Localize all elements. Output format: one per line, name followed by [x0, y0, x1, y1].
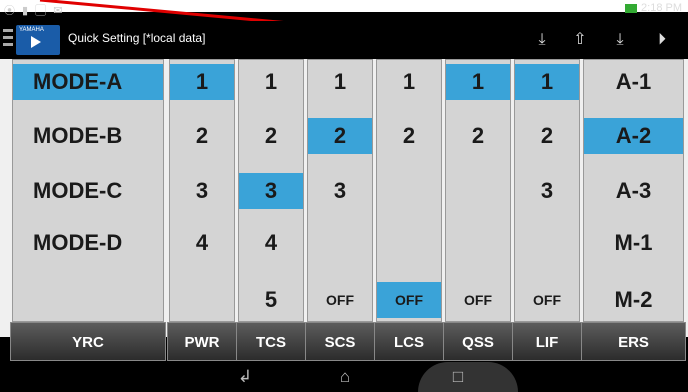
menu-icon[interactable] — [3, 29, 13, 49]
pwr-option[interactable]: 4 — [170, 225, 234, 261]
lcs-option[interactable]: OFF — [377, 282, 441, 318]
navigation-bar: ↲ ⌂ □ — [0, 362, 688, 392]
clock: 2:18 PM — [641, 2, 682, 14]
ers-option[interactable]: A-2 — [584, 118, 683, 154]
back-icon[interactable]: ↲ — [230, 366, 260, 388]
upload-icon[interactable]: ⇧ — [566, 27, 594, 53]
lif-option[interactable]: 1 — [515, 64, 579, 100]
battery-icon — [625, 3, 638, 13]
scs-option[interactable]: 1 — [308, 64, 372, 100]
column-lif: 1 2 3 OFF — [514, 59, 580, 322]
scs-option[interactable]: OFF — [308, 282, 372, 318]
column-tcs: 1 2 3 4 5 — [238, 59, 304, 322]
save-icon[interactable]: ⤓ — [606, 27, 634, 53]
tcs-option[interactable]: 2 — [239, 118, 303, 154]
pwr-option[interactable]: 2 — [170, 118, 234, 154]
tcs-option[interactable]: 3 — [239, 173, 303, 209]
yrc-option[interactable]: MODE-D — [13, 225, 163, 261]
tab-tcs[interactable]: TCS — [236, 322, 306, 361]
scs-option[interactable]: 3 — [308, 173, 372, 209]
tab-scs[interactable]: SCS — [305, 322, 375, 361]
column-lcs: 1 2 OFF — [376, 59, 442, 322]
pwr-option[interactable]: 1 — [170, 64, 234, 100]
lif-option[interactable]: 2 — [515, 118, 579, 154]
column-ers: A-1 A-2 A-3 M-1 M-2 — [583, 59, 684, 322]
yrc-option[interactable]: MODE-B — [13, 118, 163, 154]
ers-option[interactable]: M-2 — [584, 282, 683, 318]
ers-option[interactable]: A-3 — [584, 173, 683, 209]
qss-option[interactable]: OFF — [446, 282, 510, 318]
page-title: Quick Setting [*local data] — [68, 31, 206, 45]
qss-option[interactable]: 2 — [446, 118, 510, 154]
yrc-option[interactable]: MODE-A — [13, 64, 163, 100]
tcs-option[interactable]: 5 — [239, 282, 303, 318]
column-yrc: MODE-A MODE-B MODE-C MODE-D — [12, 59, 164, 322]
lcs-option[interactable]: 2 — [377, 118, 441, 154]
lif-option[interactable]: 3 — [515, 173, 579, 209]
yrc-option[interactable]: MODE-C — [13, 173, 163, 209]
home-icon[interactable]: ⌂ — [330, 366, 360, 388]
recent-apps-icon[interactable]: □ — [443, 366, 473, 388]
tab-qss[interactable]: QSS — [443, 322, 513, 361]
tab-lcs[interactable]: LCS — [374, 322, 444, 361]
tab-lif[interactable]: LIF — [512, 322, 582, 361]
column-qss: 1 2 OFF — [445, 59, 511, 322]
action-bar: YAMAHA Quick Setting [*local data] ⤓ ⇧ ⤓ ⏵ — [0, 21, 688, 59]
pwr-option[interactable]: 3 — [170, 173, 234, 209]
status-right: 2:18 PM — [625, 2, 682, 14]
app-logo-text: YAMAHA — [19, 27, 44, 33]
qss-option[interactable]: 1 — [446, 64, 510, 100]
lif-option[interactable]: OFF — [515, 282, 579, 318]
tab-pwr[interactable]: PWR — [167, 322, 237, 361]
column-pwr: 1 2 3 4 — [169, 59, 235, 322]
tcs-option[interactable]: 1 — [239, 64, 303, 100]
notification-icons: ⦿ ▮ ▢ ✉ — [4, 5, 65, 17]
tcs-option[interactable]: 4 — [239, 225, 303, 261]
tab-ers[interactable]: ERS — [581, 322, 686, 361]
lcs-option[interactable]: 1 — [377, 64, 441, 100]
tab-yrc[interactable]: YRC — [10, 322, 166, 361]
settings-grid: MODE-A MODE-B MODE-C MODE-D YRC 1 2 3 4 PWR 1 2 3 4 5 T… — [0, 59, 688, 361]
ers-option[interactable]: M-1 — [584, 225, 683, 261]
app-logo: YAMAHA — [16, 25, 60, 55]
ers-option[interactable]: A-1 — [584, 64, 683, 100]
status-bar: ⦿ ▮ ▢ ✉ 2:18 PM — [0, 0, 688, 21]
play-icon[interactable]: ⏵ — [648, 27, 676, 53]
download-icon[interactable]: ⤓ — [528, 27, 556, 53]
scs-option[interactable]: 2 — [308, 118, 372, 154]
column-scs: 1 2 3 OFF — [307, 59, 373, 322]
